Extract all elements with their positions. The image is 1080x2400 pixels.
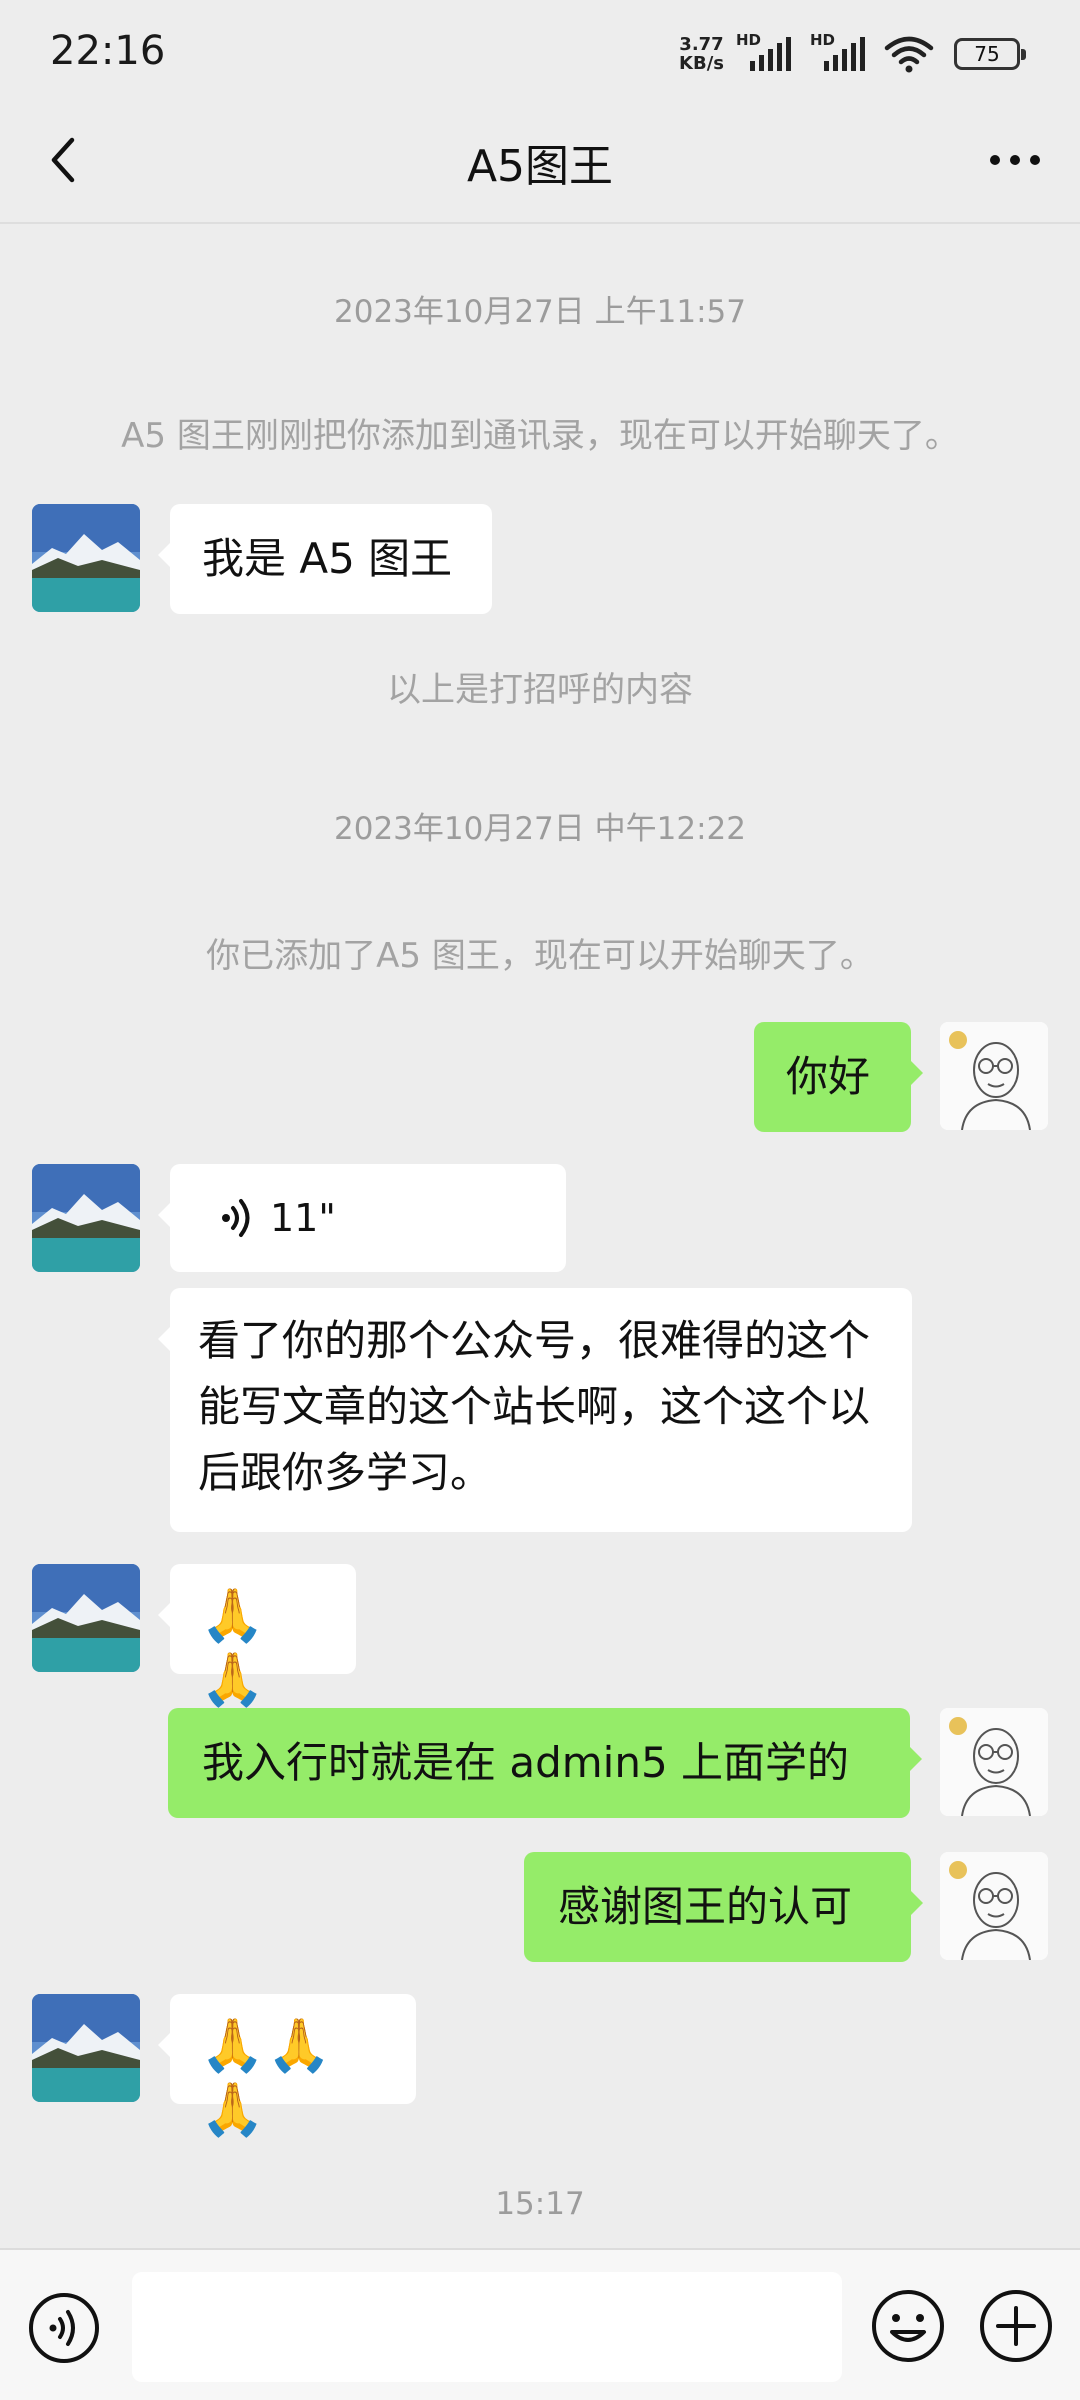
message-bubble-incoming[interactable]: 我是 A5 图王 — [158, 504, 492, 614]
greeting-divider: 以上是打招呼的内容 — [387, 670, 693, 710]
chat-header: A5图王 — [0, 100, 1080, 224]
message-bubble-outgoing[interactable]: 我入行时就是在 admin5 上面学的 — [168, 1708, 922, 1818]
message-emoji: 🙏🙏 — [200, 1586, 267, 1710]
network-speed: 3.77 KB/s — [679, 34, 724, 74]
message-bubble-outgoing[interactable]: 感谢图王的认可 — [524, 1852, 923, 1962]
system-notice: 你已添加了A5 图王，现在可以开始聊天了。 — [206, 936, 874, 976]
message-bubble-incoming[interactable]: 🙏🙏🙏 — [158, 1994, 416, 2140]
wifi-icon — [884, 36, 934, 73]
status-icons: 3.77 KB/s HD HD 75 — [679, 30, 1026, 78]
my-avatar[interactable] — [940, 1852, 1048, 1960]
timestamp: 2023年10月27日 中午12:22 — [334, 811, 746, 847]
message-input[interactable] — [132, 2272, 842, 2382]
plus-icon[interactable] — [976, 2286, 1056, 2366]
signal-icon: HD — [736, 31, 798, 71]
timestamp: 15:17 — [495, 2186, 585, 2222]
message-bubble-outgoing[interactable]: 你好 — [754, 1022, 923, 1132]
contact-avatar[interactable] — [32, 1164, 140, 1272]
message-bubble-incoming[interactable]: 🙏🙏 — [158, 1564, 356, 1710]
input-bar — [0, 2248, 1080, 2400]
chat-title: A5图王 — [466, 141, 614, 192]
voice-wave-icon — [222, 1199, 250, 1237]
message-text: 你好 — [786, 1052, 871, 1101]
voice-mode-icon[interactable] — [26, 2290, 102, 2366]
signal-icon: HD — [810, 31, 872, 71]
status-bar: 22:16 3.77 KB/s HD HD 75 — [0, 0, 1080, 100]
contact-avatar[interactable] — [32, 504, 140, 612]
timestamp: 2023年10月27日 上午11:57 — [334, 294, 746, 330]
voice-message-bubble[interactable]: 11" — [158, 1164, 566, 1272]
message-bubble-incoming[interactable]: 看了你的那个公众号，很难得的这个能写文章的这个站长啊，这个这个以后跟你多学习。 — [158, 1288, 912, 1532]
message-emoji: 🙏🙏🙏 — [200, 2016, 334, 2140]
more-dots-icon[interactable] — [980, 130, 1050, 190]
status-time: 22:16 — [50, 28, 166, 74]
my-avatar[interactable] — [940, 1708, 1048, 1816]
system-notice: A5 图王刚刚把你添加到通讯录，现在可以开始聊天了。 — [121, 416, 959, 456]
voice-duration: 11" — [270, 1196, 336, 1240]
message-text: 看了你的那个公众号，很难得的这个能写文章的这个站长啊，这个这个以后跟你多学习。 — [198, 1316, 871, 1497]
contact-avatar[interactable] — [32, 1564, 140, 1672]
my-avatar[interactable] — [940, 1022, 1048, 1130]
contact-avatar[interactable] — [32, 1994, 140, 2102]
emoji-icon[interactable] — [868, 2286, 948, 2366]
message-text: 感谢图王的认可 — [558, 1882, 853, 1931]
battery-icon: 75 — [954, 38, 1026, 70]
message-text: 我入行时就是在 admin5 上面学的 — [202, 1738, 850, 1787]
message-text: 我是 A5 图王 — [202, 534, 453, 583]
